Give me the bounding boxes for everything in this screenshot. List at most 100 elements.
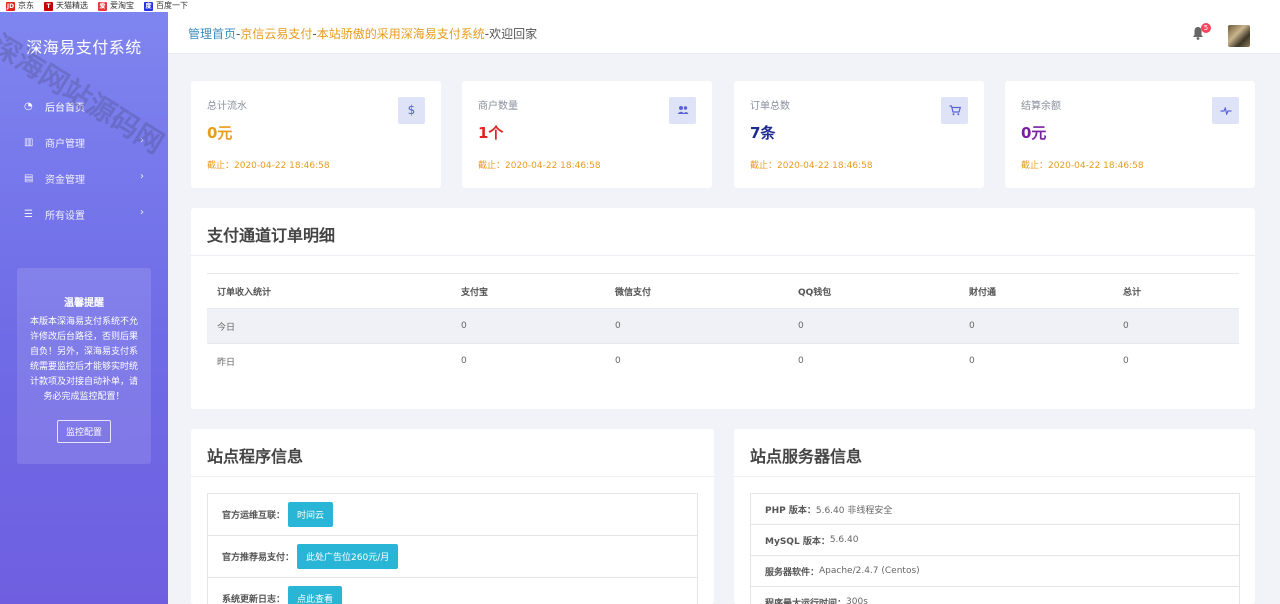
reminder-title: 温馨提醒 (64, 298, 104, 309)
bookmarks-bar: JD 京东 T 天猫精选 爱爱淘宝 度百度一下 (0, 0, 1280, 12)
sidebar-item-label: 后台首页 (45, 102, 85, 114)
table-cell: 0 (959, 308, 1113, 344)
breadcrumb-notice: 本站骄傲的采用深海易支付系统 (316, 27, 485, 41)
orders-title: 支付通道订单明细 (207, 226, 336, 245)
table-cell: 0 (605, 308, 788, 344)
breadcrumb: 管理首页-京信云易支付-本站骄傲的采用深海易支付系统-欢迎回家 (188, 25, 537, 42)
bookmark-label: 天猫精选 (56, 1, 88, 10)
tmall-icon: T (44, 1, 53, 11)
column-header: 支付宝 (451, 273, 605, 309)
info-label: MySQL 版本： (765, 536, 830, 547)
sidebar-item-home[interactable]: ◔ 后台首页 (0, 88, 168, 124)
bookmark-jd[interactable]: JD 京东 (6, 0, 34, 12)
list-icon: ☰ (24, 208, 33, 220)
bookmark-baidu[interactable]: 度百度一下 (144, 0, 188, 12)
monitor-config-button[interactable]: 监控配置 (56, 420, 111, 443)
table-cell: 0 (1113, 343, 1239, 379)
list-item: MySQL 版本： 5.6.40 (751, 525, 1239, 556)
stat-card-total-flow: 总计流水 0元 截止：2020-04-22 18:46:58 $ (191, 81, 441, 188)
stat-value: 7条 (750, 124, 776, 142)
stat-value: 0元 (207, 124, 233, 142)
sidebar-item-label: 商户管理 (45, 138, 85, 150)
column-header: 订单收入统计 (207, 273, 451, 309)
info-label: 服务器软件： (765, 567, 820, 578)
sidebar: 深海易支付系统 ◔ 后台首页 ▥ 商户管理 › ▤ 资金管理 › ☰ 所有设置 … (0, 12, 168, 604)
info-label: 系统更新日志： (222, 595, 286, 604)
sidebar-item-label: 所有设置 (45, 210, 85, 222)
table-cell: 今日 (207, 308, 451, 344)
server-info-list: PHP 版本： 5.6.40 非线程安全 MySQL 版本： 5.6.40 服务… (750, 493, 1240, 604)
column-header: QQ钱包 (788, 273, 959, 309)
pulse-icon (1212, 97, 1239, 124)
table-cell: 0 (788, 308, 959, 344)
brand-title[interactable]: 深海易支付系统 (0, 34, 168, 58)
info-label: 官方运维互联： (222, 511, 286, 521)
sidebar-item-settings[interactable]: ☰ 所有设置 › (0, 196, 168, 232)
sidebar-nav: ◔ 后台首页 ▥ 商户管理 › ▤ 资金管理 › ☰ 所有设置 › (0, 88, 168, 232)
table-cell: 0 (788, 343, 959, 379)
program-info-card: 站点程序信息 官方运维互联： 时间云 官方推荐易支付： 此处广告位260元/月 … (191, 429, 714, 604)
table-header-row: 订单收入统计 支付宝 微信支付 QQ钱包 财付通 总计 (207, 273, 1239, 309)
info-label: PHP 版本： (765, 505, 816, 516)
table-cell: 0 (451, 343, 605, 379)
info-label: 官方推荐易支付： (222, 553, 295, 563)
list-item: 官方运维互联： 时间云 (208, 494, 697, 536)
info-value: Apache/2.4.7 (Centos) (819, 566, 920, 576)
document-icon: ▤ (24, 172, 34, 184)
divider (191, 476, 714, 477)
info-value: 5.6.40 (829, 535, 859, 545)
bookmark-aitaobao[interactable]: 爱爱淘宝 (98, 0, 134, 12)
stat-label: 订单总数 (750, 101, 790, 112)
stat-value: 1个 (478, 124, 504, 142)
list-item: 官方推荐易支付： 此处广告位260元/月 (208, 536, 697, 578)
chevron-right-icon: › (140, 135, 144, 146)
stat-card-orders: 订单总数 7条 截止：2020-04-22 18:46:58 (734, 81, 984, 188)
users-icon (669, 97, 696, 124)
stat-card-balance: 结算余额 0元 截止：2020-04-22 18:46:58 (1005, 81, 1255, 188)
divider (734, 476, 1255, 477)
notification-badge: 5 (1201, 23, 1211, 33)
aitaobao-icon: 爱 (98, 1, 107, 11)
stat-label: 商户数量 (478, 101, 518, 112)
column-header: 微信支付 (605, 273, 788, 309)
list-item: 程序最大运行时间： 300s (751, 587, 1239, 604)
table-cell: 0 (451, 308, 605, 344)
reminder-panel: 温馨提醒 本版本深海易支付系统不允许修改后台路径，否则后果自负！另外，深海易支付… (17, 268, 151, 464)
baidu-icon: 度 (144, 1, 153, 11)
dollar-icon: $ (398, 97, 425, 124)
breadcrumb-home[interactable]: 管理首页 (188, 27, 236, 41)
table-cell: 0 (605, 343, 788, 379)
chevron-right-icon: › (140, 171, 144, 182)
program-info-list: 官方运维互联： 时间云 官方推荐易支付： 此处广告位260元/月 系统更新日志：… (207, 493, 698, 604)
list-item: PHP 版本： 5.6.40 非线程安全 (751, 494, 1239, 525)
cart-icon (941, 97, 968, 124)
sidebar-item-label: 资金管理 (45, 174, 85, 186)
info-label: 程序最大运行时间： (765, 598, 847, 604)
table-cell: 0 (1113, 308, 1239, 344)
sidebar-item-funds[interactable]: ▤ 资金管理 › (0, 160, 168, 196)
stat-label: 总计流水 (207, 101, 247, 112)
dashboard-icon: ◔ (24, 100, 33, 112)
info-value: 300s (846, 597, 868, 604)
list-item: 服务器软件： Apache/2.4.7 (Centos) (751, 556, 1239, 587)
reminder-text: 本版本深海易支付系统不允许修改后台路径，否则后果自负！另外，深海易支付系统需要监… (29, 317, 138, 402)
bookmark-label: 百度一下 (156, 1, 188, 10)
changelog-button[interactable]: 点此查看 (288, 586, 343, 604)
divider (191, 255, 1255, 256)
stat-date: 截止：2020-04-22 18:46:58 (1021, 161, 1144, 171)
bar-chart-icon: ▥ (24, 136, 34, 148)
stat-date: 截止：2020-04-22 18:46:58 (478, 161, 601, 171)
avatar[interactable] (1228, 25, 1250, 47)
ad-slot-button[interactable]: 此处广告位260元/月 (297, 544, 399, 569)
orders-table: 订单收入统计 支付宝 微信支付 QQ钱包 财付通 总计 今日 0 0 0 0 0… (207, 273, 1239, 379)
bookmark-tmall[interactable]: T 天猫精选 (44, 0, 88, 12)
ops-link-button[interactable]: 时间云 (288, 502, 334, 527)
stat-date: 截止：2020-04-22 18:46:58 (750, 161, 873, 171)
stat-date: 截止：2020-04-22 18:46:58 (207, 161, 330, 171)
table-row: 今日 0 0 0 0 0 (207, 308, 1239, 344)
breadcrumb-site: 京信云易支付 (240, 27, 313, 41)
sidebar-item-merchants[interactable]: ▥ 商户管理 › (0, 124, 168, 160)
stat-value: 0元 (1021, 124, 1047, 142)
breadcrumb-welcome: 欢迎回家 (489, 27, 538, 41)
server-info-title: 站点服务器信息 (750, 447, 863, 466)
